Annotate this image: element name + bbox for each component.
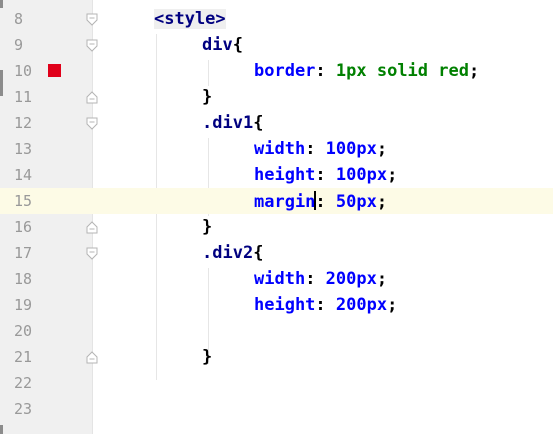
line-number: 9 (14, 36, 24, 54)
code-token: : (315, 295, 336, 315)
code-token: 200 (335, 295, 367, 315)
code-token: px (366, 295, 388, 315)
code-text: border: 1px solid red; (254, 61, 479, 81)
code-token: { (253, 243, 264, 263)
code-token: : (305, 139, 326, 159)
code-text: div{ (202, 35, 243, 55)
code-token: <style> (154, 9, 226, 29)
code-token: 1px solid red (335, 61, 469, 81)
line-number: 10 (14, 62, 33, 80)
code-token: } (202, 347, 213, 367)
code-line[interactable]: 12 .div1{ (0, 110, 553, 136)
code-text: } (202, 217, 212, 237)
line-number: 23 (14, 400, 33, 418)
code-token: 100 (335, 165, 367, 185)
fold-end-icon[interactable] (86, 221, 98, 234)
code-text: .div1{ (202, 113, 263, 133)
code-token: .div1 (202, 113, 254, 133)
line-number: 16 (14, 218, 33, 236)
code-text: height: 100px; (254, 165, 397, 185)
code-text: } (202, 347, 212, 367)
line-number: 22 (14, 374, 33, 392)
code-line[interactable]: 19 height: 200px; (0, 292, 553, 318)
code-line[interactable]: 13 width: 100px; (0, 136, 553, 162)
code-token: } (202, 217, 213, 237)
code-token: : (305, 269, 326, 289)
code-token: ; (468, 61, 480, 81)
code-token: 100 (325, 139, 357, 159)
code-token: px (366, 165, 388, 185)
code-line[interactable]: 11} (0, 84, 553, 110)
code-token: border (254, 61, 316, 81)
fold-start-icon[interactable] (86, 117, 98, 130)
code-token: { (232, 35, 243, 55)
code-line[interactable]: 15 margin: 50px; (0, 188, 553, 214)
breakpoint-icon[interactable] (48, 64, 61, 77)
code-text: <style> (154, 9, 226, 29)
line-number: 20 (14, 322, 33, 340)
code-line[interactable]: 20 (0, 318, 553, 344)
line-number: 14 (14, 166, 33, 184)
code-token: ; (376, 192, 388, 212)
code-line[interactable]: 22 (0, 370, 553, 396)
fold-start-icon[interactable] (86, 247, 98, 260)
code-token: width (254, 269, 306, 289)
code-token: : (315, 165, 336, 185)
code-text: height: 200px; (254, 295, 397, 315)
line-number: 15 (14, 192, 33, 210)
code-token: : (315, 192, 336, 212)
code-token: ; (387, 165, 398, 185)
line-number: 21 (14, 348, 33, 366)
code-line[interactable]: 17 .div2{ (0, 240, 553, 266)
line-number: 18 (14, 270, 33, 288)
code-text: width: 100px; (254, 139, 387, 159)
code-line[interactable]: 8 <style> (0, 6, 553, 32)
code-token: } (202, 87, 213, 107)
code-line[interactable]: 14 height: 100px; (0, 162, 553, 188)
code-token: { (253, 113, 264, 133)
code-token: ; (376, 269, 388, 289)
code-token: .div2 (202, 243, 254, 263)
code-token: : (315, 61, 336, 81)
code-text: width: 200px; (254, 269, 387, 289)
code-token: height (254, 295, 316, 315)
code-token: margin (254, 192, 316, 212)
line-number: 11 (14, 88, 33, 106)
code-line[interactable]: 18 width: 200px; (0, 266, 553, 292)
editor-left-edge (0, 425, 3, 434)
fold-start-icon[interactable] (86, 39, 98, 52)
code-token: width (254, 139, 306, 159)
fold-end-icon[interactable] (86, 91, 98, 104)
line-number: 19 (14, 296, 33, 314)
line-number: 8 (14, 10, 24, 28)
code-text: } (202, 87, 212, 107)
code-text: .div2{ (202, 243, 263, 263)
code-token: px (356, 192, 377, 212)
line-number: 13 (14, 140, 33, 158)
code-token: div (202, 35, 233, 55)
code-token: ; (376, 139, 388, 159)
code-text: margin: 50px; (254, 191, 387, 212)
code-token: height (254, 165, 316, 185)
code-token: 200 (325, 269, 357, 289)
line-number: 17 (14, 244, 33, 262)
code-token: px (356, 269, 377, 289)
fold-start-icon[interactable] (86, 13, 98, 26)
code-line[interactable]: 21} (0, 344, 553, 370)
code-token: 50 (335, 192, 357, 212)
code-token: ; (387, 295, 398, 315)
code-line[interactable]: 23 (0, 396, 553, 422)
code-token: px (356, 139, 377, 159)
code-line[interactable]: 16} (0, 214, 553, 240)
line-number: 12 (14, 114, 33, 132)
code-editor[interactable]: 8 <style> 9 div{10 border: 1px solid red; 11}… (0, 0, 553, 434)
code-line[interactable]: 10 border: 1px solid red; (0, 58, 553, 84)
fold-end-icon[interactable] (86, 351, 98, 364)
code-line[interactable]: 9 div{ (0, 32, 553, 58)
